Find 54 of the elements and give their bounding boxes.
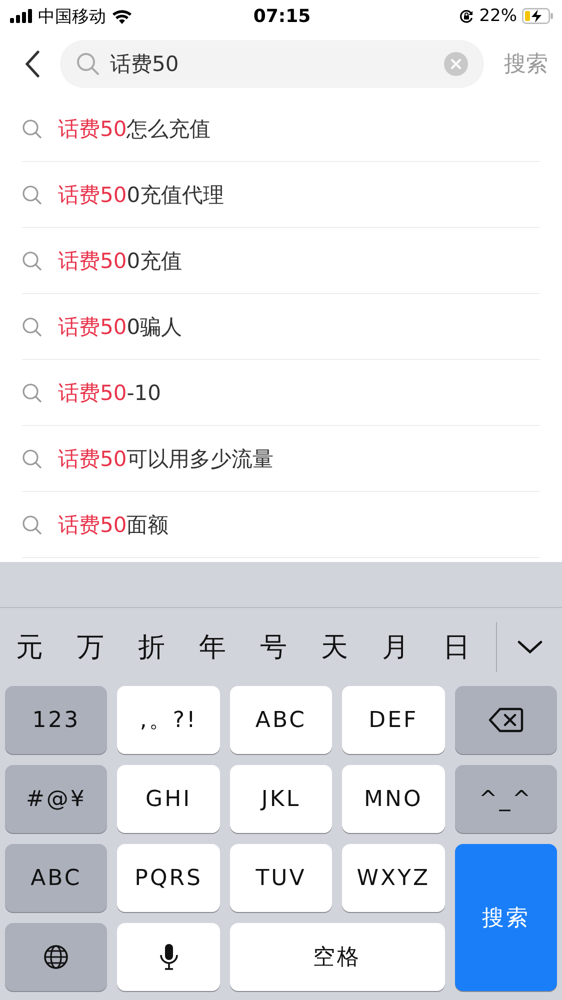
backspace-icon bbox=[488, 707, 524, 733]
letter-key[interactable]: JKL bbox=[230, 765, 332, 833]
candidate-word[interactable]: 月 bbox=[382, 629, 443, 665]
microphone-icon bbox=[158, 943, 179, 971]
search-icon bbox=[76, 52, 100, 76]
function-key[interactable]: ^_^ bbox=[454, 765, 557, 833]
backspace-key[interactable] bbox=[454, 686, 557, 754]
suggestion-item[interactable]: 话费50面额 bbox=[58, 510, 169, 538]
search-icon bbox=[22, 316, 42, 336]
search-icon bbox=[22, 250, 42, 270]
candidate-word[interactable]: 折 bbox=[138, 629, 199, 665]
microphone-key[interactable] bbox=[117, 923, 220, 991]
letter-key[interactable]: TUV bbox=[230, 844, 332, 912]
search-icon bbox=[22, 184, 42, 204]
suggestion-item[interactable]: 话费50怎么充值 bbox=[58, 114, 211, 142]
suggestion-item[interactable]: 话费500充值 bbox=[58, 246, 182, 274]
rotation-lock-icon bbox=[459, 8, 474, 24]
letter-key[interactable]: ,。?! bbox=[117, 686, 220, 754]
letter-key[interactable]: MNO bbox=[342, 765, 445, 833]
search-icon bbox=[22, 382, 42, 402]
clock-time: 07:15 bbox=[253, 6, 311, 26]
search-icon bbox=[22, 118, 42, 138]
candidate-word[interactable]: 号 bbox=[260, 629, 321, 665]
battery-percent: 22% bbox=[479, 6, 517, 26]
suggestion-item[interactable]: 话费500骗人 bbox=[58, 312, 182, 340]
back-icon[interactable] bbox=[24, 50, 40, 78]
globe-icon bbox=[43, 944, 70, 970]
letter-key[interactable]: PQRS bbox=[117, 844, 220, 912]
suggestion-item[interactable]: 话费50-10 bbox=[58, 378, 162, 406]
letter-key[interactable]: ABC bbox=[230, 686, 332, 754]
carrier-name: 中国移动 bbox=[38, 6, 106, 28]
letter-key[interactable]: DEF bbox=[342, 686, 445, 754]
search-key[interactable]: 搜索 bbox=[454, 844, 557, 991]
space-key[interactable]: 空格 bbox=[230, 923, 445, 991]
chevron-down-icon[interactable] bbox=[517, 639, 543, 655]
function-key[interactable]: #@¥ bbox=[5, 765, 108, 833]
candidate-word[interactable]: 日 bbox=[443, 629, 504, 665]
letter-key[interactable]: WXYZ bbox=[342, 844, 445, 912]
suggestion-item[interactable]: 话费500充值代理 bbox=[58, 180, 224, 208]
candidate-word[interactable]: 年 bbox=[199, 629, 260, 665]
globe-key[interactable] bbox=[5, 923, 108, 991]
search-icon bbox=[22, 514, 42, 534]
search-icon bbox=[22, 448, 42, 468]
letter-key[interactable]: GHI bbox=[117, 765, 220, 833]
candidate-word[interactable]: 天 bbox=[321, 629, 382, 665]
candidate-word[interactable]: 元 bbox=[16, 629, 77, 665]
suggestion-item[interactable]: 话费50可以用多少流量 bbox=[58, 444, 274, 472]
function-key[interactable]: 123 bbox=[5, 686, 108, 754]
candidate-word[interactable]: 万 bbox=[77, 629, 138, 665]
battery-charging-icon bbox=[522, 8, 554, 24]
function-key[interactable]: ABC bbox=[5, 844, 108, 912]
signal-icon bbox=[10, 9, 32, 23]
search-field[interactable]: 话费50 bbox=[60, 40, 484, 88]
wifi-icon bbox=[112, 8, 132, 24]
